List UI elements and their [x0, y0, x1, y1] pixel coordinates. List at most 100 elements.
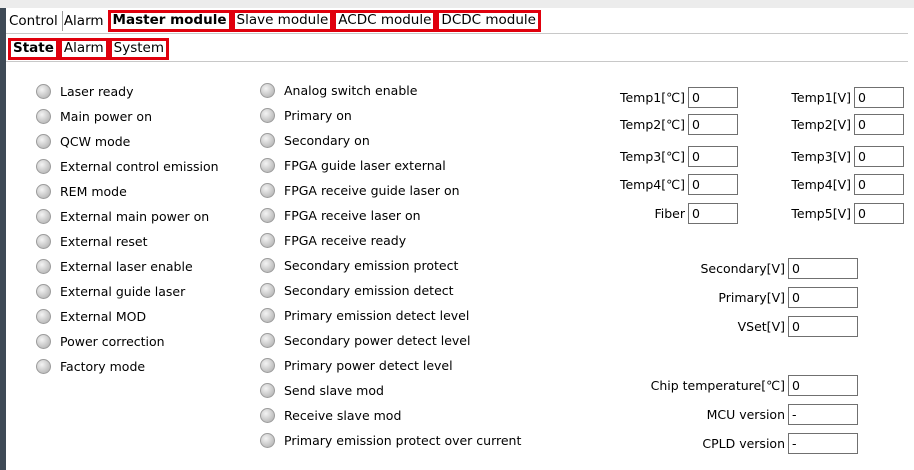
field-temp4-c: Temp4[℃] 0: [620, 174, 738, 195]
tab-slave-module[interactable]: Slave module: [231, 10, 334, 32]
status-led-icon: [260, 408, 275, 423]
field-temp2-c: Temp2[℃] 0: [620, 114, 738, 135]
indicator-label: FPGA receive laser on: [284, 208, 421, 223]
status-led-icon: [260, 358, 275, 373]
status-led-icon: [260, 108, 275, 123]
indicator-label: Secondary emission detect: [284, 283, 454, 298]
indicator-primary-emission-detect-level: Primary emission detect level: [260, 308, 469, 323]
indicator-label: External main power on: [60, 209, 210, 224]
field-label: Secondary[V]: [700, 261, 785, 276]
status-led-icon: [260, 233, 275, 248]
indicator-label: Analog switch enable: [284, 83, 418, 98]
status-led-icon: [260, 158, 275, 173]
field-label: VSet[V]: [737, 319, 785, 334]
status-led-icon: [36, 84, 51, 99]
indicator-fpga-receive-laser-on: FPGA receive laser on: [260, 208, 421, 223]
field-label: Temp3[℃]: [619, 149, 685, 164]
status-led-icon: [260, 308, 275, 323]
vset-v-input[interactable]: 0: [788, 316, 858, 337]
status-led-icon: [36, 284, 51, 299]
status-led-icon: [36, 359, 51, 374]
temp3-v-input[interactable]: 0: [854, 146, 904, 167]
temp3-c-input[interactable]: 0: [688, 146, 738, 167]
indicator-label: Primary on: [284, 108, 352, 123]
primary-v-input[interactable]: 0: [788, 287, 858, 308]
indicator-label: External guide laser: [60, 284, 186, 299]
mcu-version-input[interactable]: -: [788, 404, 858, 425]
field-label: Temp5[V]: [791, 206, 851, 221]
indicator-external-control-emission: External control emission: [36, 159, 219, 174]
indicator-send-slave-mod: Send slave mod: [260, 383, 384, 398]
indicator-external-mod: External MOD: [36, 309, 146, 324]
tab-acdc-module[interactable]: ACDC module: [333, 10, 437, 32]
field-primary-v: Primary[V] 0: [718, 287, 858, 308]
status-led-icon: [36, 109, 51, 124]
subtab-system[interactable]: System: [108, 38, 169, 60]
indicator-fpga-guide-laser-external: FPGA guide laser external: [260, 158, 446, 173]
indicator-label: Laser ready: [60, 84, 134, 99]
subtab-state[interactable]: State: [8, 38, 59, 60]
indicator-external-reset: External reset: [36, 234, 148, 249]
temp1-c-input[interactable]: 0: [688, 87, 738, 108]
indicator-label: External control emission: [60, 159, 219, 174]
temp2-c-input[interactable]: 0: [688, 114, 738, 135]
tab-divider: [6, 33, 908, 34]
indicator-label: External reset: [60, 234, 148, 249]
status-led-icon: [260, 258, 275, 273]
indicator-label: Send slave mod: [284, 383, 384, 398]
status-led-icon: [260, 383, 275, 398]
field-label: Chip temperature[℃]: [650, 378, 785, 393]
tab-control[interactable]: Control: [8, 11, 63, 31]
status-led-icon: [36, 334, 51, 349]
indicator-laser-ready: Laser ready: [36, 84, 134, 99]
indicator-label: REM mode: [60, 184, 127, 199]
field-label: Temp1[V]: [791, 90, 851, 105]
cpld-version-input[interactable]: -: [788, 433, 858, 454]
indicator-label: FPGA receive guide laser on: [284, 183, 460, 198]
field-temp1-c: Temp1[℃] 0: [620, 87, 738, 108]
indicator-main-power-on: Main power on: [36, 109, 152, 124]
indicator-external-main-power-on: External main power on: [36, 209, 209, 224]
indicator-primary-emission-protect-over-current: Primary emission protect over current: [260, 433, 521, 448]
indicator-fpga-receive-guide-laser-on: FPGA receive guide laser on: [260, 183, 460, 198]
field-label: CPLD version: [702, 436, 785, 451]
subtab-alarm[interactable]: Alarm: [58, 38, 109, 60]
temp1-v-input[interactable]: 0: [854, 87, 904, 108]
status-led-icon: [260, 433, 275, 448]
indicator-label: Power correction: [60, 334, 165, 349]
field-secondary-v: Secondary[V] 0: [700, 258, 858, 279]
temp4-c-input[interactable]: 0: [688, 174, 738, 195]
status-led-icon: [260, 333, 275, 348]
field-label: Temp3[V]: [791, 149, 851, 164]
indicator-primary-power-detect-level: Primary power detect level: [260, 358, 453, 373]
status-led-icon: [260, 208, 275, 223]
secondary-v-input[interactable]: 0: [788, 258, 858, 279]
tab-dcdc-module[interactable]: DCDC module: [436, 10, 541, 32]
temp4-v-input[interactable]: 0: [854, 174, 904, 195]
status-led-icon: [36, 184, 51, 199]
temp5-v-input[interactable]: 0: [854, 203, 904, 224]
field-temp1-v: Temp1[V] 0: [791, 87, 904, 108]
indicator-label: Receive slave mod: [284, 408, 402, 423]
tab-master-module[interactable]: Master module: [107, 10, 232, 32]
indicator-receive-slave-mod: Receive slave mod: [260, 408, 401, 423]
field-temp4-v: Temp4[V] 0: [791, 174, 904, 195]
field-temp3-c: Temp3[℃] 0: [620, 146, 738, 167]
field-label: Temp2[℃]: [619, 117, 685, 132]
field-cpld-version: CPLD version -: [702, 433, 858, 454]
status-led-icon: [260, 283, 275, 298]
indicator-label: External laser enable: [60, 259, 193, 274]
indicator-label: Factory mode: [60, 359, 146, 374]
chip-temperature-input[interactable]: 0: [788, 375, 858, 396]
field-label: Temp1[℃]: [619, 90, 685, 105]
field-vset-v: VSet[V] 0: [738, 316, 858, 337]
status-led-icon: [36, 234, 51, 249]
indicator-external-guide-laser: External guide laser: [36, 284, 185, 299]
tab-alarm[interactable]: Alarm: [63, 11, 108, 31]
field-label: Temp4[℃]: [619, 177, 685, 192]
fiber-input[interactable]: 0: [688, 203, 738, 224]
temp2-v-input[interactable]: 0: [854, 114, 904, 135]
status-led-icon: [36, 209, 51, 224]
indicator-label: External MOD: [60, 309, 147, 324]
field-label: Temp2[V]: [791, 117, 851, 132]
